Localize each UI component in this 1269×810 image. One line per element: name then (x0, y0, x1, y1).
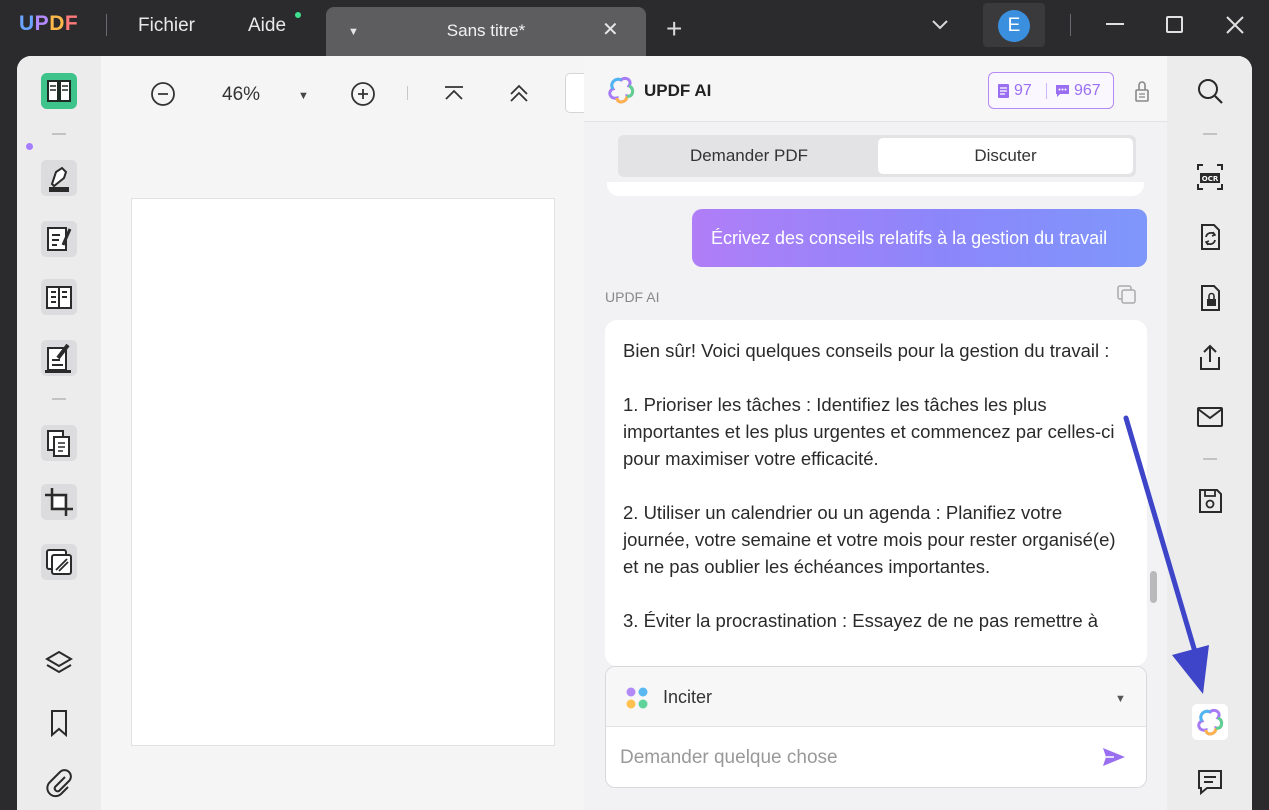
document-tab[interactable]: ▼ Sans titre* ✕ (326, 7, 646, 56)
ask-input[interactable] (620, 743, 1090, 773)
ai-header: UPDF AI 97 967 (584, 56, 1167, 122)
updf-logo: UPDF (19, 12, 79, 35)
ai-response-bubble: Bien sûr! Voici quelques conseils pour l… (605, 320, 1147, 666)
title-bar: UPDF Fichier Aide ▼ Sans titre* ✕ + E (0, 0, 1269, 56)
close-window-icon[interactable] (1224, 14, 1246, 36)
previous-page-icon[interactable] (506, 81, 532, 107)
mail-icon[interactable] (1195, 402, 1225, 432)
ocr-icon[interactable]: OCR (1195, 162, 1225, 192)
collapse-indicator[interactable] (26, 143, 33, 150)
left-toolbar (17, 56, 101, 810)
minimize-icon[interactable] (1104, 14, 1126, 36)
zoom-out-icon[interactable] (150, 81, 176, 107)
pin-icon[interactable] (1132, 79, 1152, 103)
copy-icon[interactable] (1116, 284, 1138, 306)
right-toolbar: OCR (1167, 56, 1252, 810)
send-icon[interactable] (1101, 745, 1127, 769)
chevron-down-icon[interactable] (930, 15, 950, 35)
divider (106, 14, 107, 36)
tab-chat[interactable]: Discuter (878, 138, 1133, 174)
zoom-in-icon[interactable] (350, 81, 376, 107)
updf-ai-logo-icon (608, 76, 635, 104)
account-button[interactable]: E (983, 3, 1045, 47)
chat-quota-value: 967 (1074, 82, 1101, 99)
divider (1203, 458, 1217, 460)
pdf-page[interactable] (131, 198, 555, 746)
layers-icon[interactable] (41, 646, 77, 682)
bookmark-icon[interactable] (41, 705, 77, 741)
prompt-icon (626, 687, 648, 709)
edit-text-icon[interactable] (41, 221, 77, 257)
sign-icon[interactable] (41, 340, 77, 376)
share-icon[interactable] (1195, 343, 1225, 373)
chat-scrollbar[interactable] (1150, 571, 1157, 603)
updf-ai-icon (1197, 708, 1224, 736)
convert-icon[interactable] (1195, 222, 1225, 252)
ai-quota-badge[interactable]: 97 967 (988, 72, 1114, 109)
document-quota-icon (998, 84, 1009, 98)
tab-close-icon[interactable]: ✕ (602, 17, 619, 42)
highlighter-icon[interactable] (41, 160, 77, 196)
search-icon[interactable] (1195, 76, 1225, 106)
first-page-icon[interactable] (441, 81, 467, 107)
notification-dot (295, 12, 301, 18)
previous-message-bubble (607, 182, 1144, 196)
divider (1046, 83, 1047, 99)
divider (52, 133, 66, 135)
zoom-value[interactable]: 46% (222, 84, 260, 106)
comment-icon[interactable] (1195, 767, 1225, 797)
ai-sender-label: UPDF AI (605, 289, 660, 305)
tab-ask-pdf[interactable]: Demander PDF (621, 138, 877, 174)
chat-quota-icon (1056, 85, 1069, 97)
new-tab-icon[interactable]: + (666, 15, 682, 43)
protect-icon[interactable] (1195, 283, 1225, 313)
divider (52, 398, 66, 400)
menu-file[interactable]: Fichier (138, 15, 195, 37)
ai-response-text: Bien sûr! Voici quelques conseils pour l… (623, 340, 1116, 631)
save-icon[interactable] (1195, 486, 1225, 516)
updf-ai-button[interactable] (1192, 704, 1228, 740)
attachment-icon[interactable] (41, 765, 77, 801)
divider (1070, 14, 1071, 36)
organize-pages-icon[interactable] (41, 425, 77, 461)
user-message: Écrivez des conseils relatifs à la gesti… (692, 209, 1147, 267)
ai-mode-switch: Demander PDF Discuter (618, 135, 1136, 177)
ai-assistant-panel: UPDF AI 97 967 Demander PDF Discuter Écr… (584, 56, 1167, 810)
prompt-label: Inciter (663, 687, 713, 707)
document-viewer: 46% ▼ (101, 56, 595, 810)
app-body: 46% ▼ UPDF AI 97 967 Demander PDF Discut… (17, 56, 1252, 810)
prompt-dropdown-icon[interactable]: ▼ (1115, 693, 1126, 705)
tab-title: Sans titre* (446, 21, 526, 40)
zoom-dropdown-icon[interactable]: ▼ (298, 90, 309, 102)
watermark-icon[interactable] (41, 544, 77, 580)
avatar: E (998, 10, 1030, 42)
form-icon[interactable] (41, 279, 77, 315)
divider (1203, 133, 1217, 135)
crop-icon[interactable] (41, 484, 77, 520)
svg-text:OCR: OCR (1202, 175, 1219, 183)
document-quota-value: 97 (1014, 82, 1032, 99)
prompt-selector[interactable]: Inciter ▼ (606, 667, 1146, 727)
divider (407, 86, 408, 100)
maximize-icon[interactable] (1164, 14, 1186, 36)
prompt-composer: Inciter ▼ (605, 666, 1147, 788)
menu-help[interactable]: Aide (248, 15, 286, 37)
ai-panel-title: UPDF AI (644, 81, 712, 100)
reader-icon[interactable] (41, 73, 77, 109)
